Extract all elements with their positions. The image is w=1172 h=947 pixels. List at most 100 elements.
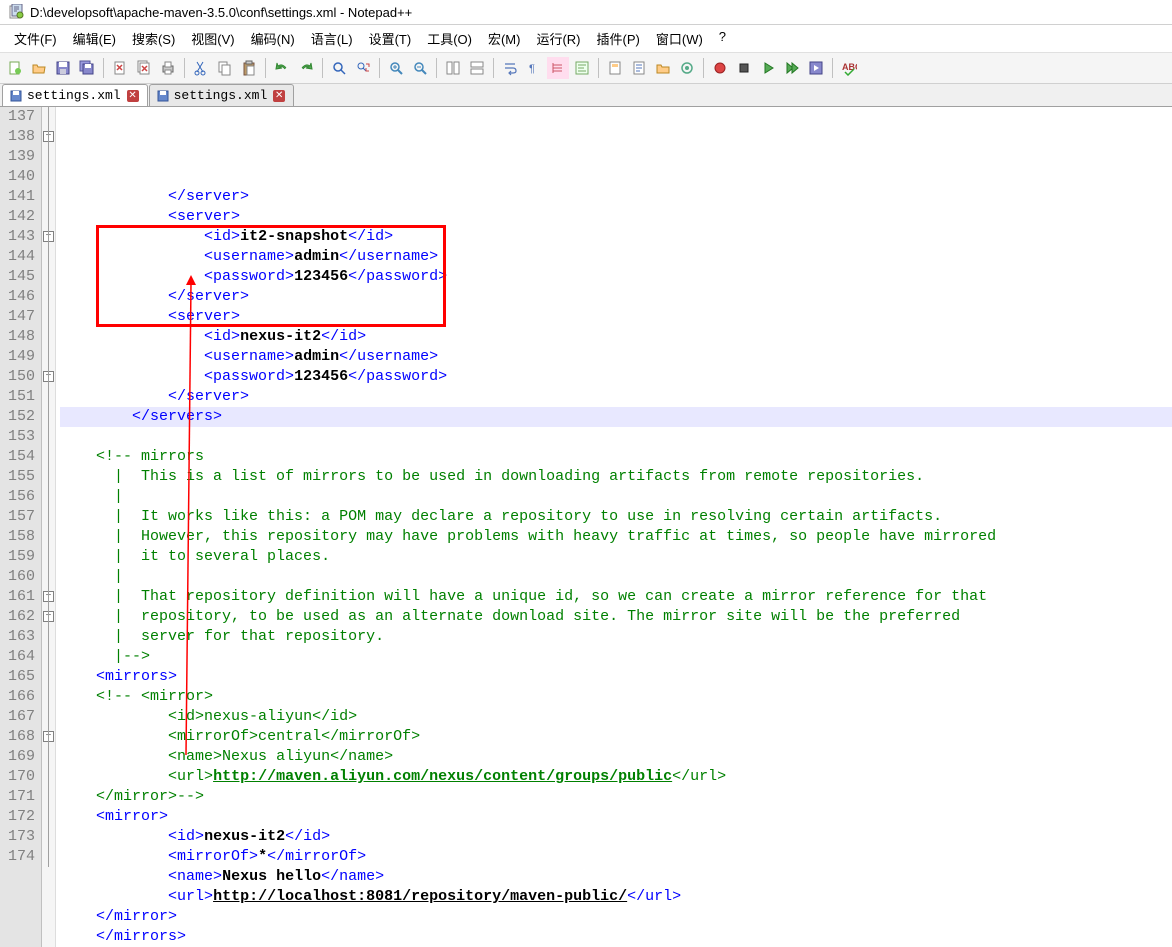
code-line[interactable]: <mirrors> [60, 667, 1172, 687]
code-line[interactable]: </mirrors> [60, 927, 1172, 947]
line-number-gutter: 1371381391401411421431441451461471481491… [0, 107, 42, 947]
save-all-button[interactable] [76, 57, 98, 79]
redo-button[interactable] [295, 57, 317, 79]
code-line[interactable]: | [60, 487, 1172, 507]
menu-bar: 文件(F)编辑(E)搜索(S)视图(V)编码(N)语言(L)设置(T)工具(O)… [0, 25, 1172, 53]
save-macro-button[interactable] [805, 57, 827, 79]
code-line[interactable]: <id>it2-snapshot</id> [60, 227, 1172, 247]
func-list-button[interactable] [628, 57, 650, 79]
toolbar-separator [103, 58, 104, 78]
code-line[interactable]: <id>nexus-it2</id> [60, 827, 1172, 847]
menu-item[interactable]: 插件(P) [591, 27, 646, 50]
save-button[interactable] [52, 57, 74, 79]
code-line[interactable]: <!-- <mirror> [60, 687, 1172, 707]
menu-item[interactable]: 运行(R) [530, 27, 586, 50]
code-line[interactable]: <server> [60, 207, 1172, 227]
close-all-button[interactable] [133, 57, 155, 79]
code-line[interactable]: <name>Nexus hello</name> [60, 867, 1172, 887]
sync-v-button[interactable] [442, 57, 464, 79]
find-button[interactable] [328, 57, 350, 79]
menu-item[interactable]: 视图(V) [185, 27, 240, 50]
menu-item[interactable]: 窗口(W) [650, 27, 709, 50]
code-line[interactable]: <!-- mirrors [60, 447, 1172, 467]
code-line[interactable]: | repository, to be used as an alternate… [60, 607, 1172, 627]
file-tab[interactable]: settings.xml ✕ [149, 84, 295, 106]
code-content[interactable]: </server> <server> <id>it2-snapshot</id>… [56, 107, 1172, 947]
folder-workspace-button[interactable] [652, 57, 674, 79]
editor-area[interactable]: 1371381391401411421431441451461471481491… [0, 107, 1172, 947]
menu-item[interactable]: 设置(T) [363, 27, 418, 50]
fold-gutter[interactable]: −−−−−− [42, 107, 56, 947]
code-line[interactable]: | [60, 567, 1172, 587]
code-line[interactable]: </server> [60, 387, 1172, 407]
code-line[interactable]: |--> [60, 647, 1172, 667]
zoom-in-button[interactable] [385, 57, 407, 79]
cut-button[interactable] [190, 57, 212, 79]
tab-close-button[interactable]: ✕ [273, 90, 285, 102]
code-line[interactable]: <mirror> [60, 807, 1172, 827]
toolbar-separator [184, 58, 185, 78]
menu-item[interactable]: 搜索(S) [126, 27, 181, 50]
open-file-button[interactable] [28, 57, 50, 79]
code-line[interactable]: | it to several places. [60, 547, 1172, 567]
menu-item[interactable]: 语言(L) [305, 27, 359, 50]
code-line[interactable]: </servers> [60, 407, 1172, 427]
show-all-chars-button[interactable]: ¶ [523, 57, 545, 79]
code-line[interactable]: <url>http://maven.aliyun.com/nexus/conte… [60, 767, 1172, 787]
tab-label: settings.xml [174, 88, 268, 103]
code-line[interactable] [60, 427, 1172, 447]
code-line[interactable]: <name>Nexus aliyun</name> [60, 747, 1172, 767]
title-bar: D:\developsoft\apache-maven-3.5.0\conf\s… [0, 0, 1172, 25]
menu-item[interactable]: 编辑(E) [67, 27, 122, 50]
spellcheck-button[interactable]: ABC [838, 57, 860, 79]
doc-map-button[interactable] [604, 57, 626, 79]
menu-item[interactable]: ? [713, 27, 732, 50]
code-line[interactable]: </mirror> [60, 907, 1172, 927]
code-line[interactable]: </server> [60, 287, 1172, 307]
tab-close-button[interactable]: ✕ [127, 90, 139, 102]
code-line[interactable]: <mirrorOf>*</mirrorOf> [60, 847, 1172, 867]
code-line[interactable]: <username>admin</username> [60, 347, 1172, 367]
copy-button[interactable] [214, 57, 236, 79]
code-line[interactable]: <url>http://localhost:8081/repository/ma… [60, 887, 1172, 907]
new-file-button[interactable] [4, 57, 26, 79]
toolbar-separator [598, 58, 599, 78]
undo-button[interactable] [271, 57, 293, 79]
code-line[interactable]: </mirror>--> [60, 787, 1172, 807]
code-line[interactable]: </server> [60, 187, 1172, 207]
code-line[interactable]: <password>123456</password> [60, 367, 1172, 387]
close-button[interactable] [109, 57, 131, 79]
menu-item[interactable]: 文件(F) [8, 27, 63, 50]
code-line[interactable]: <password>123456</password> [60, 267, 1172, 287]
zoom-out-button[interactable] [409, 57, 431, 79]
code-line[interactable]: | However, this repository may have prob… [60, 527, 1172, 547]
code-line[interactable]: | server for that repository. [60, 627, 1172, 647]
code-line[interactable]: | It works like this: a POM may declare … [60, 507, 1172, 527]
code-line[interactable]: <username>admin</username> [60, 247, 1172, 267]
code-line[interactable]: <server> [60, 307, 1172, 327]
play-macro-button[interactable] [757, 57, 779, 79]
record-macro-button[interactable] [709, 57, 731, 79]
code-line[interactable]: <id>nexus-aliyun</id> [60, 707, 1172, 727]
code-line[interactable]: <id>nexus-it2</id> [60, 327, 1172, 347]
stop-macro-button[interactable] [733, 57, 755, 79]
menu-item[interactable]: 宏(M) [482, 27, 527, 50]
sync-h-button[interactable] [466, 57, 488, 79]
toolbar-separator [265, 58, 266, 78]
paste-button[interactable] [238, 57, 260, 79]
file-tab[interactable]: settings.xml✕ [2, 84, 148, 106]
menu-item[interactable]: 编码(N) [245, 27, 301, 50]
indent-guide-button[interactable] [547, 57, 569, 79]
print-button[interactable] [157, 57, 179, 79]
monitor-button[interactable] [676, 57, 698, 79]
file-icon [9, 89, 23, 103]
toolbar-separator [832, 58, 833, 78]
code-line[interactable]: | That repository definition will have a… [60, 587, 1172, 607]
play-multi-button[interactable] [781, 57, 803, 79]
code-line[interactable]: | This is a list of mirrors to be used i… [60, 467, 1172, 487]
wordwrap-button[interactable] [499, 57, 521, 79]
replace-button[interactable] [352, 57, 374, 79]
code-line[interactable]: <mirrorOf>central</mirrorOf> [60, 727, 1172, 747]
user-lang-button[interactable] [571, 57, 593, 79]
menu-item[interactable]: 工具(O) [421, 27, 478, 50]
